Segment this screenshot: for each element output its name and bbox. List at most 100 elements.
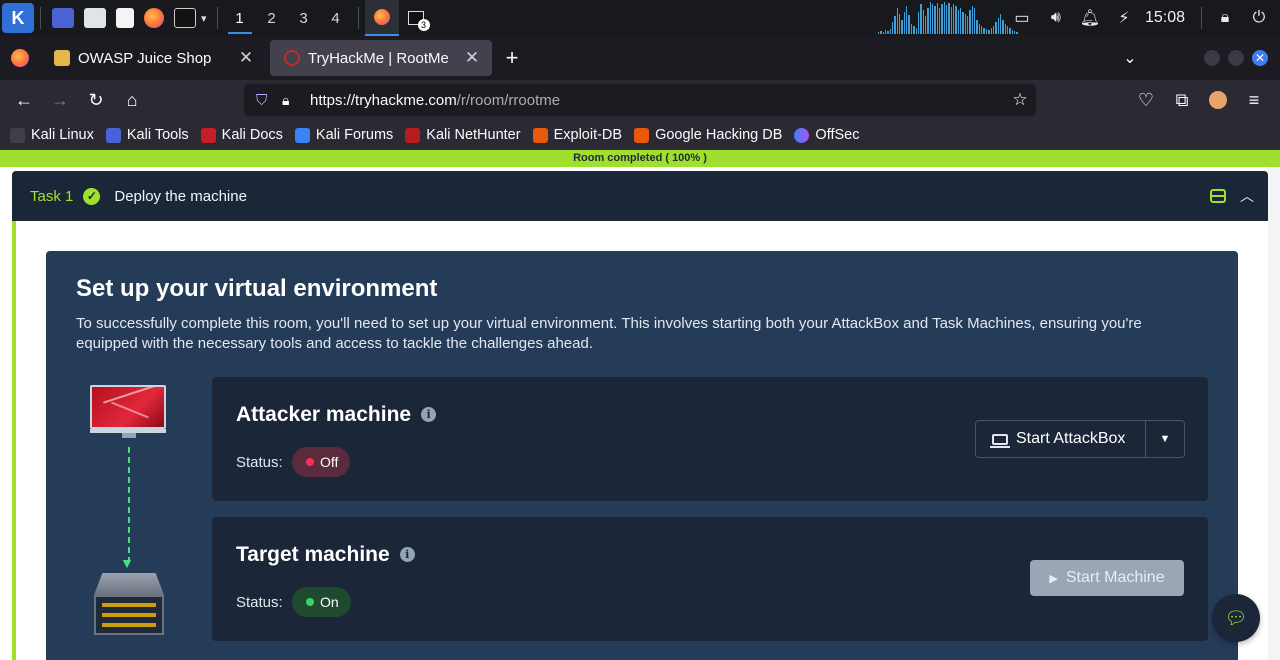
target-server-illustration — [94, 573, 164, 639]
cpu-graph-bar — [922, 10, 924, 34]
list-all-tabs-icon[interactable]: ⌄ — [1100, 48, 1160, 68]
terminal-launcher-icon[interactable] — [174, 8, 196, 28]
panel-separator — [1201, 7, 1202, 29]
bookmarks-toolbar: Kali Linux Kali Tools Kali Docs Kali For… — [0, 120, 1280, 150]
bookmark-exploit-db[interactable]: Exploit-DB — [532, 127, 622, 143]
cpu-graph-bar — [950, 7, 952, 34]
firefox-view-button[interactable] — [0, 36, 40, 80]
logout-icon[interactable]: ⏻ — [1242, 0, 1276, 36]
close-tab-icon[interactable]: ✕ — [462, 48, 482, 68]
bookmark-kali-linux[interactable]: Kali Linux — [10, 127, 94, 143]
bookmark-kali-docs[interactable]: Kali Docs — [200, 127, 283, 143]
launcher-dropdown-icon[interactable]: ▾ — [201, 12, 207, 25]
cpu-graph-bar — [953, 4, 955, 34]
monitor-stand — [122, 433, 136, 438]
bookmark-offsec[interactable]: OffSec — [794, 127, 859, 143]
tab-tryhackme-rootme[interactable]: TryHackMe | RootMe ✕ — [270, 40, 492, 76]
virtual-environment-card: Set up your virtual environment To succe… — [46, 251, 1238, 660]
back-button[interactable]: ← — [6, 84, 42, 116]
cpu-graph-bar — [915, 28, 917, 34]
offsec-icon — [794, 127, 810, 143]
arrow-down-icon: ▼ — [120, 555, 134, 571]
page-scrollbar[interactable] — [1268, 167, 1280, 660]
cpu-graph-bar — [908, 15, 910, 34]
target-machine-panel: Target machine i Status: On ▶ Start Machin… — [212, 517, 1208, 641]
cpu-graph-bar — [899, 14, 901, 34]
workspace-4[interactable]: 4 — [320, 0, 352, 36]
server-top — [94, 573, 164, 595]
text-editor-icon[interactable] — [116, 8, 134, 28]
new-tab-button[interactable]: + — [492, 40, 532, 76]
chevron-up-icon[interactable]: ︿ — [1240, 186, 1254, 206]
attacker-status-badge: Off — [292, 447, 351, 477]
cpu-graph-bar — [936, 3, 938, 34]
machine-stack-icon[interactable] — [1210, 189, 1226, 203]
account-avatar-icon[interactable] — [1200, 84, 1236, 116]
power-icon[interactable]: ⚡︎ — [1107, 0, 1141, 36]
display-icon[interactable]: ▭ — [1005, 0, 1039, 36]
clock[interactable]: 15:08 — [1141, 9, 1195, 27]
lock-screen-icon[interactable]: 🔒︎ — [1208, 0, 1242, 36]
minimize-window-button[interactable] — [1204, 50, 1220, 66]
file-manager-icon[interactable] — [84, 8, 106, 28]
workspace-1[interactable]: 1 — [224, 0, 256, 36]
url-text[interactable]: https://tryhackme.com/r/room/rrootme — [310, 92, 1004, 109]
window-count-badge: 3 — [417, 19, 430, 31]
bookmark-kali-nethunter[interactable]: Kali NetHunter — [405, 127, 521, 143]
panel-separator — [357, 7, 359, 29]
taskbar-terminal[interactable]: 3 — [399, 0, 433, 36]
cpu-graph-bar — [924, 16, 927, 34]
close-tab-icon[interactable]: ✕ — [236, 48, 256, 68]
cpu-graph-bar — [985, 29, 988, 34]
cpu-graph-bar — [917, 12, 920, 34]
task-header[interactable]: Task 1 ✓ Deploy the machine ︿ — [12, 171, 1268, 221]
lock-icon[interactable]: 🔒︎ — [282, 92, 304, 109]
chat-support-button[interactable]: 💬︎ — [1212, 594, 1260, 642]
volume-icon[interactable]: 🔊︎ — [1039, 0, 1073, 36]
info-icon[interactable]: i — [421, 407, 437, 422]
show-desktop-icon[interactable] — [52, 8, 74, 28]
monitor-screen — [90, 385, 166, 429]
kali-menu-icon[interactable]: K — [2, 3, 34, 33]
reload-button[interactable]: ↻ — [78, 84, 114, 116]
pocket-icon[interactable]: ♡ — [1128, 84, 1164, 116]
target-status-label: Status: — [236, 594, 283, 611]
taskbar-firefox[interactable] — [364, 0, 399, 36]
firefox-launcher-icon[interactable] — [144, 8, 164, 28]
info-icon[interactable]: i — [399, 547, 415, 562]
bookmark-kali-tools[interactable]: Kali Tools — [105, 127, 189, 143]
env-title: Set up your virtual environment — [76, 275, 438, 302]
cpu-graph-bar — [943, 2, 945, 34]
attackbox-options-dropdown[interactable]: ▼ — [1146, 433, 1184, 445]
workspace-2[interactable]: 2 — [256, 0, 288, 36]
forward-button[interactable]: → — [42, 84, 78, 116]
home-button[interactable]: ⌂ — [114, 84, 150, 116]
play-icon: ▶ — [1049, 572, 1058, 585]
app-menu-icon[interactable]: ≡ — [1236, 84, 1272, 116]
address-bar[interactable]: ⛉ 🔒︎ https://tryhackme.com/r/room/rrootm… — [244, 84, 1036, 116]
cpu-graph-bar — [971, 6, 974, 34]
close-window-button[interactable]: ✕ — [1252, 50, 1268, 66]
cpu-graph-bar — [934, 6, 936, 34]
bookmark-star-icon[interactable]: ☆ — [1004, 90, 1036, 110]
start-attackbox-button[interactable]: Start AttackBox — [976, 421, 1146, 457]
bookmark-label: Google Hacking DB — [655, 127, 783, 143]
tab-owasp-juice-shop[interactable]: OWASP Juice Shop ✕ — [40, 40, 266, 76]
bookmark-kali-forums[interactable]: Kali Forums — [294, 127, 393, 143]
kali-tools-icon — [105, 127, 121, 143]
web-page: Room completed ( 100% ) Task 1 ✓ Deploy … — [0, 150, 1280, 660]
maximize-window-button[interactable] — [1228, 50, 1244, 66]
bookmark-google-hacking-db[interactable]: Google Hacking DB — [634, 127, 782, 143]
tracking-protection-icon[interactable]: ⛉ — [256, 92, 278, 109]
status-dot — [306, 598, 314, 606]
cpu-graph-bar — [885, 30, 887, 34]
status-text: On — [320, 594, 339, 610]
start-machine-button[interactable]: ▶ Start Machine — [1030, 560, 1184, 596]
notifications-icon[interactable]: 🔔︎ — [1073, 0, 1107, 36]
workspace-3[interactable]: 3 — [288, 0, 320, 36]
bookmark-label: Kali Tools — [126, 127, 189, 143]
extensions-icon[interactable]: ⧉ — [1164, 84, 1200, 116]
attacker-status-label: Status: — [236, 454, 283, 471]
bookmark-label: OffSec — [815, 127, 860, 143]
cpu-graph-bar — [882, 32, 885, 34]
